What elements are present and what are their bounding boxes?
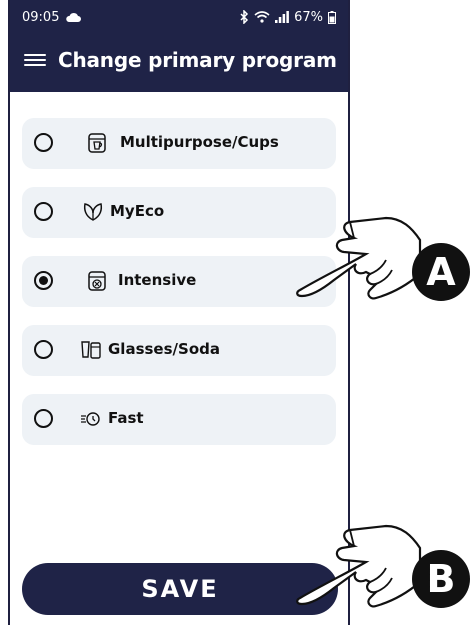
save-button[interactable]: SAVE <box>22 563 338 615</box>
program-label: Intensive <box>118 271 197 289</box>
eco-leaf-icon <box>83 203 103 221</box>
multipurpose-icon <box>88 133 106 153</box>
fast-icon <box>81 412 100 426</box>
bluetooth-icon <box>240 10 249 24</box>
program-option-glasses-soda[interactable]: Glasses/Soda <box>22 325 336 376</box>
program-label: Fast <box>108 409 144 427</box>
radio-button[interactable] <box>34 202 53 221</box>
program-list: Multipurpose/Cups MyEco Intensive Glasse… <box>22 118 336 463</box>
pointing-hand-icon <box>296 216 422 300</box>
status-time: 09:05 <box>22 9 60 25</box>
program-option-myeco[interactable]: MyEco <box>22 187 336 238</box>
status-bar: 09:05 67% <box>22 8 336 26</box>
cloud-icon <box>66 12 82 22</box>
callout-badge-a: A <box>412 243 470 301</box>
radio-button[interactable] <box>34 340 53 359</box>
program-option-intensive[interactable]: Intensive <box>22 256 336 307</box>
glasses-icon <box>81 341 101 359</box>
program-label: Glasses/Soda <box>108 340 220 358</box>
page-title: Change primary program <box>58 48 337 72</box>
pointing-hand-icon <box>296 524 422 608</box>
intensive-icon <box>88 271 106 291</box>
battery-icon <box>328 10 336 24</box>
program-option-fast[interactable]: Fast <box>22 394 336 445</box>
signal-icon <box>275 11 289 23</box>
callout-badge-b: B <box>412 550 470 608</box>
program-label: Multipurpose/Cups <box>120 133 279 151</box>
radio-button[interactable] <box>34 133 53 152</box>
radio-button-selected[interactable] <box>34 271 53 290</box>
app-bar: 09:05 67% Change primary program <box>10 0 348 92</box>
wifi-icon <box>254 11 270 23</box>
program-option-multipurpose[interactable]: Multipurpose/Cups <box>22 118 336 169</box>
battery-percent: 67% <box>294 9 323 25</box>
program-label: MyEco <box>110 202 165 220</box>
radio-button[interactable] <box>34 409 53 428</box>
hamburger-menu-icon[interactable] <box>24 54 46 66</box>
